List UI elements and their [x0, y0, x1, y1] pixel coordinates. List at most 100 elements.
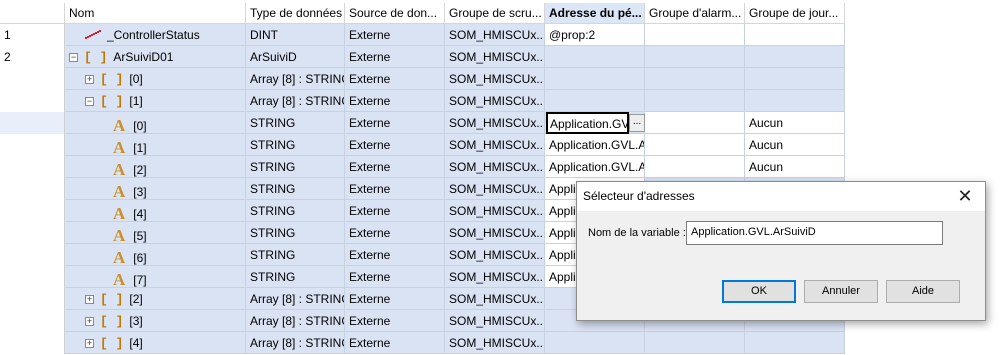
type-cell[interactable]: DINT: [246, 24, 345, 46]
group-cell[interactable]: SOM_HMISCUx...: [445, 266, 545, 288]
table-row[interactable]: + [ ] [0] Array [8] : STRING Externe SOM_HMIS…: [0, 68, 1006, 90]
source-cell[interactable]: Externe: [345, 68, 445, 90]
browse-address-button[interactable]: ...: [629, 114, 645, 132]
name-cell[interactable]: _ControllerStatus: [65, 24, 246, 46]
source-cell[interactable]: Externe: [345, 156, 445, 178]
name-cell[interactable]: A [5]: [65, 222, 246, 244]
group-cell[interactable]: SOM_HMISCUx...: [445, 310, 545, 332]
type-cell[interactable]: Array [8] : STRING: [246, 310, 345, 332]
name-cell[interactable]: A [4]: [65, 200, 246, 222]
header-groupe-scrutation[interactable]: Groupe de scru...: [445, 3, 545, 24]
table-row[interactable]: A [1] STRING Externe SOM_HMISCUx... Applicati…: [0, 134, 1006, 156]
source-cell[interactable]: Externe: [345, 112, 445, 134]
address-cell[interactable]: [545, 90, 645, 112]
source-cell[interactable]: Externe: [345, 244, 445, 266]
group-cell[interactable]: SOM_HMISCUx...: [445, 200, 545, 222]
header-index[interactable]: [0, 3, 65, 24]
type-cell[interactable]: Array [8] : STRING: [246, 90, 345, 112]
source-cell[interactable]: Externe: [345, 46, 445, 68]
alarm-group-cell[interactable]: [645, 112, 745, 134]
close-icon[interactable]: ✕: [945, 182, 985, 211]
type-cell[interactable]: ArSuiviD: [246, 46, 345, 68]
variable-name-input[interactable]: Application.GVL.ArSuiviD: [686, 221, 943, 245]
type-cell[interactable]: STRING: [246, 134, 345, 156]
journal-group-cell[interactable]: [745, 46, 845, 68]
name-cell[interactable]: −[ ] [1]: [65, 90, 246, 112]
address-cell[interactable]: Application.GVL.A: [545, 134, 645, 156]
expand-icon[interactable]: +: [85, 295, 94, 305]
group-cell[interactable]: SOM_HMISCUx...: [445, 288, 545, 310]
name-cell[interactable]: A [1]: [65, 134, 246, 156]
journal-group-cell[interactable]: [745, 24, 845, 46]
alarm-group-cell[interactable]: [645, 68, 745, 90]
address-cell[interactable]: @prop:2: [545, 24, 645, 46]
name-cell[interactable]: A [7]: [65, 266, 246, 288]
source-cell[interactable]: Externe: [345, 332, 445, 354]
expand-icon[interactable]: +: [85, 75, 94, 85]
alarm-group-cell[interactable]: [645, 332, 745, 354]
header-nom[interactable]: Nom: [65, 3, 246, 24]
help-button[interactable]: Aide: [886, 280, 960, 303]
alarm-group-cell[interactable]: [645, 24, 745, 46]
name-cell[interactable]: A [3]: [65, 178, 246, 200]
type-cell[interactable]: STRING: [246, 178, 345, 200]
table-row[interactable]: A [2] STRING Externe SOM_HMISCUx... Applicati…: [0, 156, 1006, 178]
type-cell[interactable]: Array [8] : STRING: [246, 68, 345, 90]
name-cell[interactable]: A [6]: [65, 244, 246, 266]
table-row[interactable]: A [0] STRING Externe SOM_HMISCUx... Aucun Appl…: [0, 112, 1006, 134]
source-cell[interactable]: Externe: [345, 266, 445, 288]
group-cell[interactable]: SOM_HMISCUx...: [445, 24, 545, 46]
expand-icon[interactable]: +: [85, 339, 94, 349]
table-row[interactable]: −[ ] [1] Array [8] : STRING Externe SOM_HMIS…: [0, 90, 1006, 112]
type-cell[interactable]: STRING: [246, 112, 345, 134]
alarm-group-cell[interactable]: [645, 134, 745, 156]
address-cell[interactable]: [545, 46, 645, 68]
address-edit-field[interactable]: Application.GV: [546, 112, 629, 134]
source-cell[interactable]: Externe: [345, 90, 445, 112]
group-cell[interactable]: SOM_HMISCUx...: [445, 332, 545, 354]
group-cell[interactable]: SOM_HMISCUx...: [445, 244, 545, 266]
source-cell[interactable]: Externe: [345, 24, 445, 46]
type-cell[interactable]: STRING: [246, 244, 345, 266]
header-groupe-alarme[interactable]: Groupe d'alarm...: [645, 3, 745, 24]
name-cell[interactable]: A [2]: [65, 156, 246, 178]
journal-group-cell[interactable]: Aucun: [745, 112, 845, 134]
expand-icon[interactable]: +: [85, 317, 94, 327]
header-source[interactable]: Source de don...: [345, 3, 445, 24]
source-cell[interactable]: Externe: [345, 310, 445, 332]
source-cell[interactable]: Externe: [345, 200, 445, 222]
table-row[interactable]: 1 _ControllerStatus DINT Externe SOM_HMISCUx…: [0, 24, 1006, 46]
table-row[interactable]: 2−[ ] ArSuiviD01 ArSuiviD Externe SOM_HMISCU…: [0, 46, 1006, 68]
name-cell[interactable]: −[ ] ArSuiviD01: [65, 46, 246, 68]
table-row[interactable]: + [ ] [4] Array [8] : STRING Externe SOM_HMIS…: [0, 332, 1006, 354]
collapse-icon[interactable]: −: [85, 97, 94, 107]
group-cell[interactable]: SOM_HMISCUx...: [445, 178, 545, 200]
group-cell[interactable]: SOM_HMISCUx...: [445, 222, 545, 244]
type-cell[interactable]: STRING: [246, 266, 345, 288]
journal-group-cell[interactable]: Aucun: [745, 134, 845, 156]
journal-group-cell[interactable]: [745, 332, 845, 354]
collapse-icon[interactable]: −: [69, 53, 78, 63]
ok-button[interactable]: OK: [722, 280, 796, 303]
address-cell[interactable]: [545, 332, 645, 354]
cancel-button[interactable]: Annuler: [804, 280, 878, 303]
type-cell[interactable]: STRING: [246, 222, 345, 244]
source-cell[interactable]: Externe: [345, 288, 445, 310]
type-cell[interactable]: STRING: [246, 156, 345, 178]
group-cell[interactable]: SOM_HMISCUx...: [445, 112, 545, 134]
name-cell[interactable]: A [0]: [65, 112, 246, 134]
type-cell[interactable]: STRING: [246, 200, 345, 222]
name-cell[interactable]: + [ ] [3]: [65, 310, 246, 332]
source-cell[interactable]: Externe: [345, 222, 445, 244]
header-groupe-journal[interactable]: Groupe de jour...: [745, 3, 845, 24]
alarm-group-cell[interactable]: [645, 156, 745, 178]
group-cell[interactable]: SOM_HMISCUx...: [445, 90, 545, 112]
header-type[interactable]: Type de données: [246, 3, 345, 24]
journal-group-cell[interactable]: [745, 68, 845, 90]
address-cell[interactable]: Application.GVL.A: [545, 156, 645, 178]
group-cell[interactable]: SOM_HMISCUx...: [445, 134, 545, 156]
group-cell[interactable]: SOM_HMISCUx...: [445, 68, 545, 90]
journal-group-cell[interactable]: Aucun: [745, 156, 845, 178]
name-cell[interactable]: + [ ] [0]: [65, 68, 246, 90]
journal-group-cell[interactable]: [745, 90, 845, 112]
